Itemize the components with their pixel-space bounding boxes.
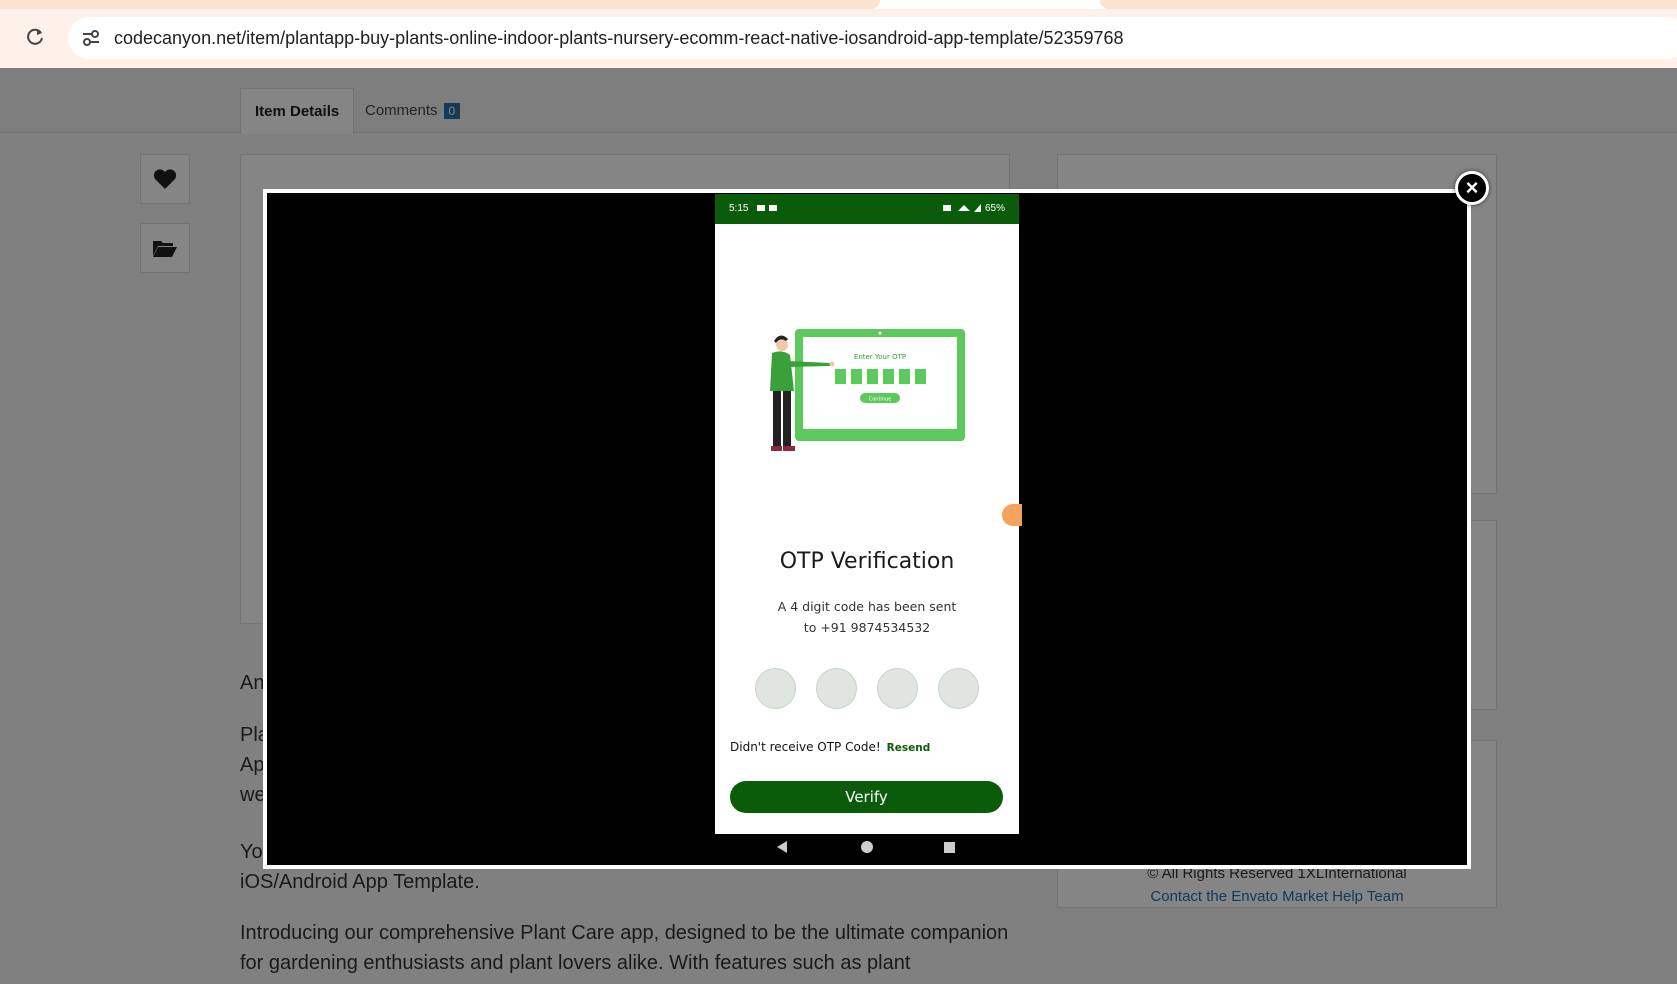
status-time: 5:15 [729,203,749,214]
status-right: 65% [942,203,1005,214]
otp-digit-input[interactable] [877,668,918,709]
browser-tab-strip [0,0,1677,9]
phone-screen: 5:15 65% Enter Your OTP Continue OTP Ver… [715,194,1022,860]
close-button[interactable]: × [1455,171,1489,205]
battery-level: 65% [984,203,1005,214]
signal-icon [943,204,982,213]
otp-message-line: A 4 digit code has been sent [777,599,957,614]
url-text[interactable]: codecanyon.net/item/plantapp-buy-plants-… [114,28,1124,49]
verify-button[interactable]: Verify [730,781,1003,813]
status-icons [755,203,795,216]
android-nav-bar [715,834,1019,860]
resend-prompt: Didn't receive OTP Code! [730,740,881,754]
otp-message: A 4 digit code has been sent to +91 9874… [755,596,979,638]
status-bar: 5:15 65% [715,194,1019,224]
otp-digit-input[interactable] [816,668,857,709]
reload-icon[interactable] [24,26,46,48]
browser-tab[interactable] [0,0,880,9]
floating-tab[interactable] [1002,504,1022,526]
back-icon[interactable] [777,841,787,853]
resend-row: Didn't receive OTP Code! Resend [730,740,930,754]
resend-link[interactable]: Resend [887,742,931,754]
site-settings-icon[interactable] [80,27,102,49]
illustration-continue: Continue [869,397,891,403]
otp-digit-input[interactable] [755,668,796,709]
home-icon[interactable] [861,841,873,853]
illustration-title: Enter Your OTP [854,353,906,361]
browser-tab[interactable] [1100,0,1677,9]
otp-message-line: to +91 9874534532 [803,620,931,635]
otp-title: OTP Verification [779,549,955,574]
otp-digit-input[interactable] [938,668,979,709]
otp-illustration: Enter Your OTP Continue [760,329,970,459]
screen: codecanyon.net/item/plantapp-buy-plants-… [0,0,1677,984]
recent-apps-icon[interactable] [944,842,955,853]
